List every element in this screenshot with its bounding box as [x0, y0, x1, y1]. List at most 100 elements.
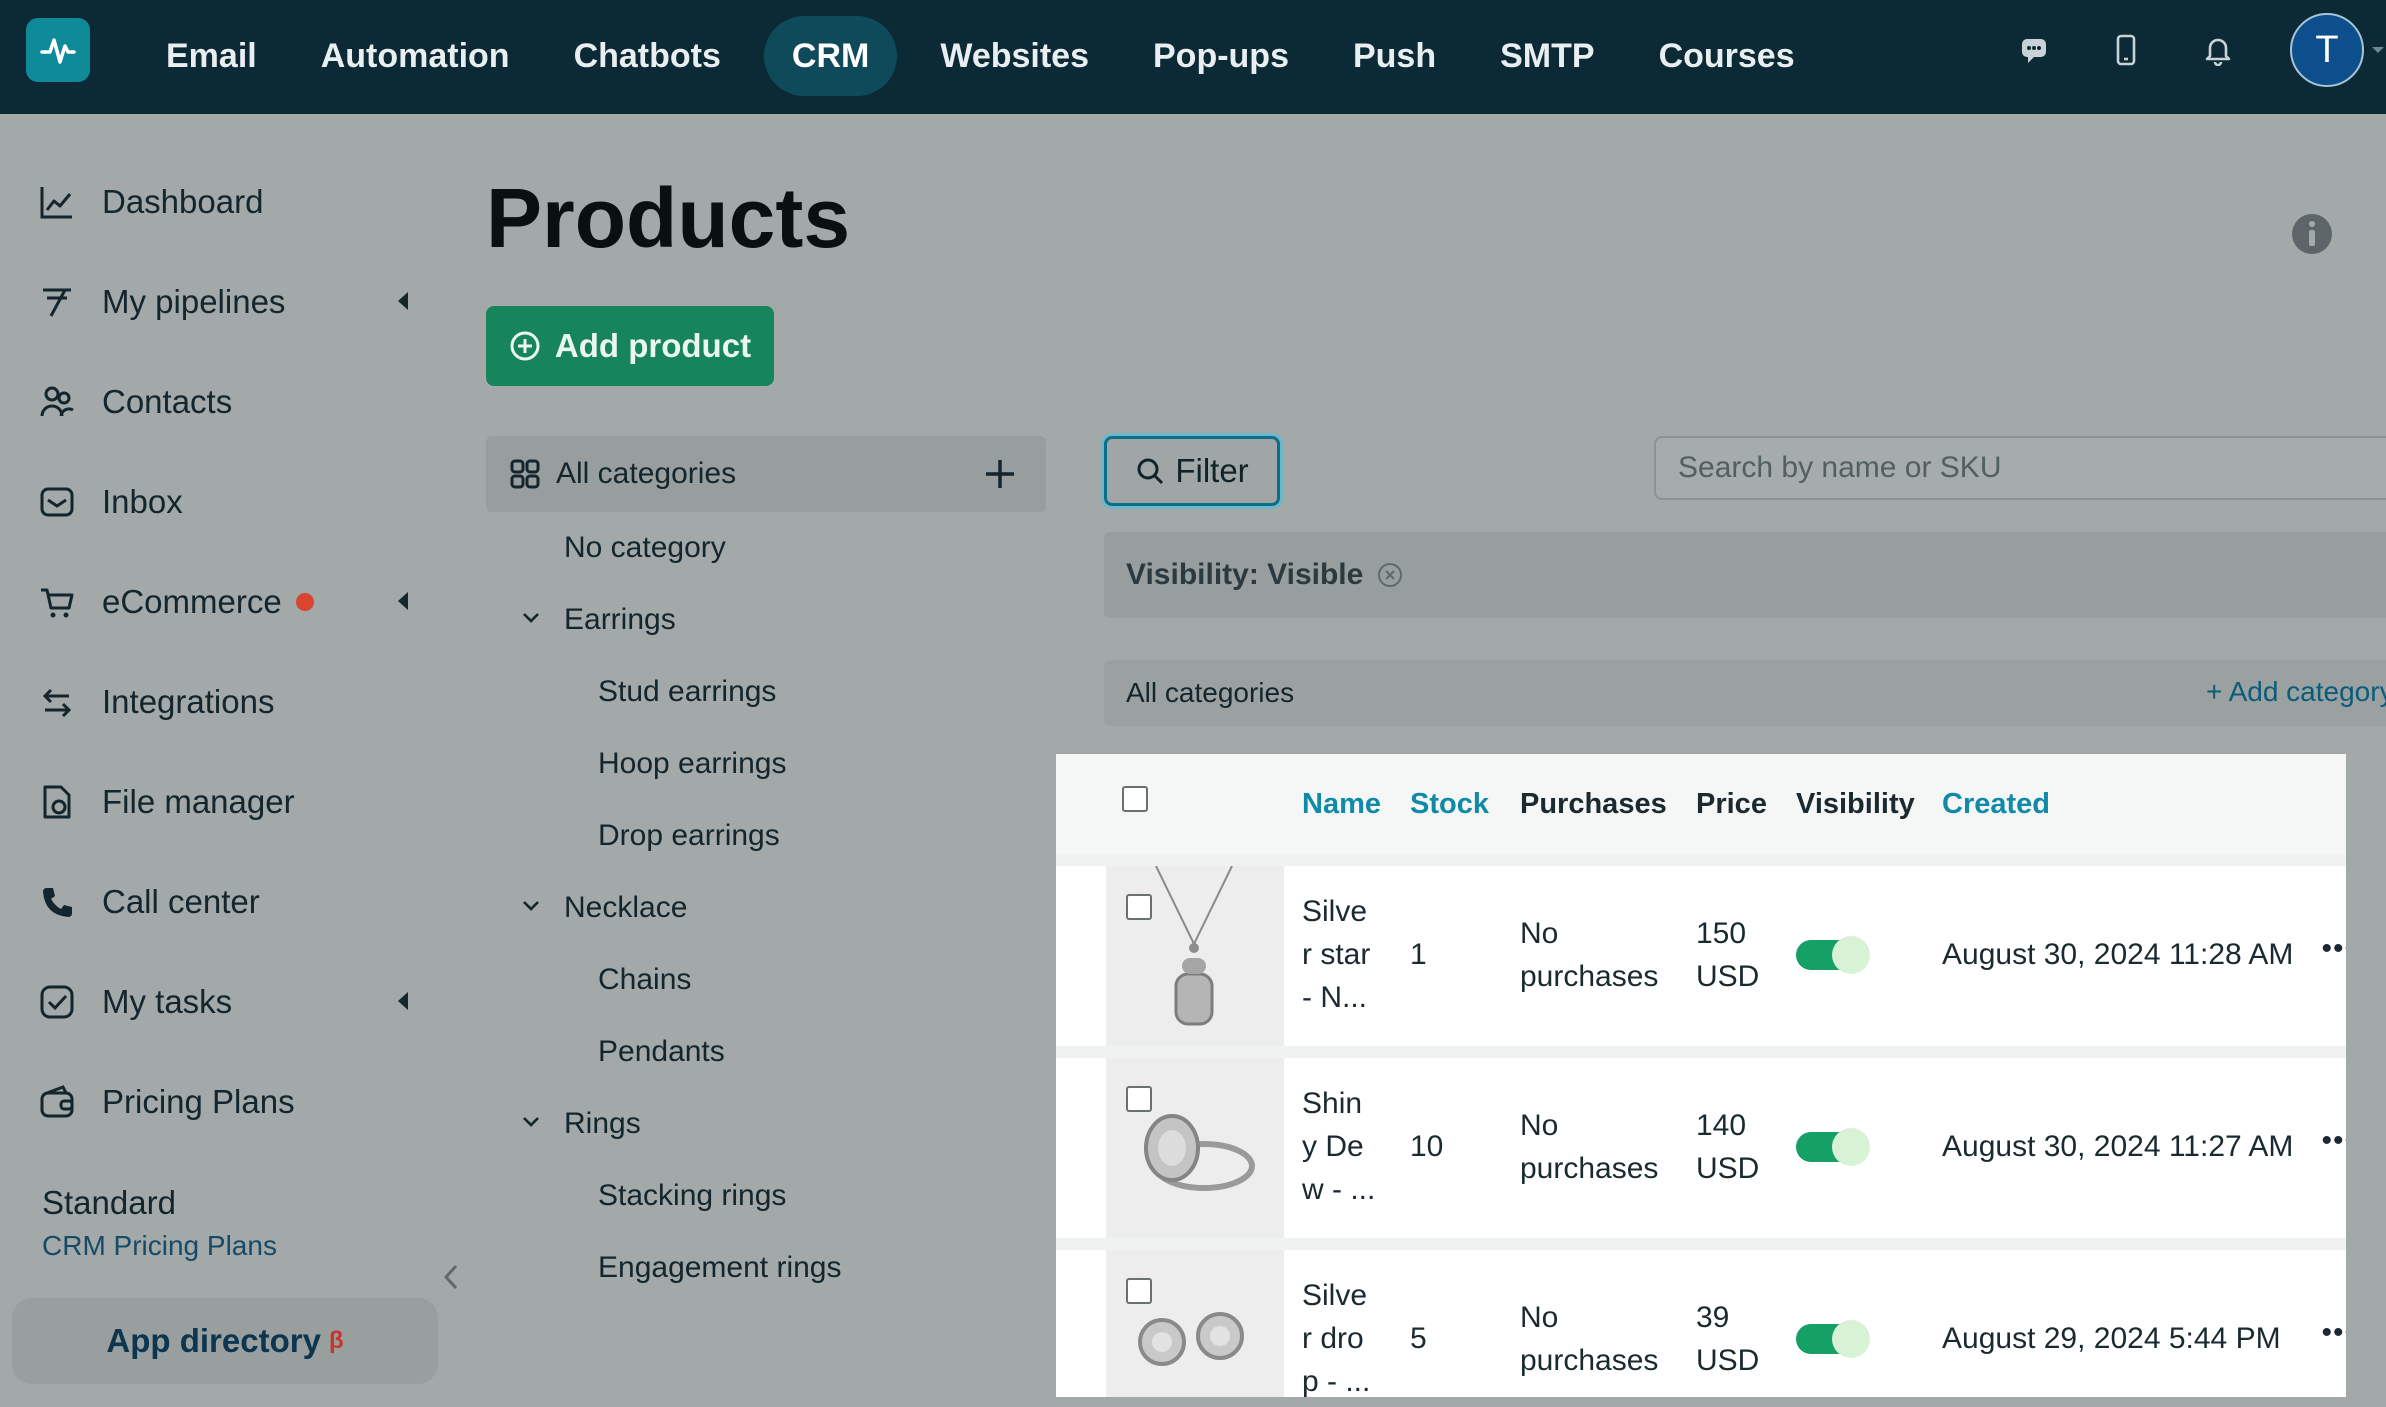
category-necklace[interactable]: Necklace	[564, 891, 687, 925]
mobile-icon[interactable]	[2106, 30, 2146, 70]
sidebar-item-pricing-plans[interactable]: Pricing Plans	[38, 1072, 408, 1132]
category-all-label: All categories	[556, 457, 737, 490]
nav-push[interactable]: Push	[1332, 16, 1457, 96]
pipeline-icon	[38, 283, 76, 321]
table-row[interactable]: Shin y De w - ... 10 No purchases 140 USD Au…	[1056, 1046, 2346, 1238]
sidebar-item-integrations[interactable]: Integrations	[38, 672, 408, 732]
cart-icon	[38, 583, 76, 621]
row-checkbox[interactable]	[1126, 1086, 1152, 1112]
column-purchases: Purchases	[1520, 788, 1667, 820]
nav-chatbots[interactable]: Chatbots	[553, 16, 742, 96]
product-stock: 5	[1410, 1322, 1427, 1355]
logo-icon[interactable]	[26, 18, 90, 82]
chevron-down-icon[interactable]	[520, 1114, 542, 1130]
sidebar-item-label: eCommerce	[102, 583, 282, 620]
search-input[interactable]	[1654, 436, 2386, 500]
filter-label: Filter	[1175, 452, 1249, 489]
add-category-link[interactable]: + Add category	[2206, 676, 2386, 708]
sidebar-item-label: Pricing Plans	[102, 1083, 295, 1120]
add-product-label: Add product	[554, 327, 752, 364]
category-hoop-earrings[interactable]: Hoop earrings	[598, 747, 786, 781]
category-engagement-rings[interactable]: Engagement rings	[598, 1251, 842, 1285]
nav-automation[interactable]: Automation	[300, 16, 531, 96]
main-nav: Email Automation Chatbots CRM Websites P…	[145, 16, 1838, 96]
column-name[interactable]: Name	[1302, 788, 1381, 821]
category-drop-earrings[interactable]: Drop earrings	[598, 819, 780, 853]
chevron-left-icon[interactable]	[440, 1262, 462, 1292]
product-purchases: No purchases	[1520, 1109, 1659, 1185]
sidebar-item-label: Call center	[102, 883, 260, 920]
product-thumbnail	[1106, 865, 1284, 1046]
column-stock[interactable]: Stock	[1410, 788, 1489, 821]
add-product-button[interactable]: Add product	[486, 306, 774, 386]
app-directory-button[interactable]: App directory β	[12, 1298, 438, 1384]
info-icon[interactable]	[2290, 212, 2334, 256]
active-filters: Visibility: Visible	[1104, 532, 2386, 618]
caret-left-icon[interactable]	[398, 292, 408, 310]
table-row[interactable]: Silve r dro p - ... 5 No purchases 39 USD Au…	[1056, 1238, 2346, 1397]
category-stud-earrings[interactable]: Stud earrings	[598, 675, 776, 709]
nav-crm[interactable]: CRM	[763, 16, 898, 96]
category-chains[interactable]: Chains	[598, 963, 691, 997]
breadcrumb-all-categories[interactable]: All categories	[1126, 677, 1294, 709]
nav-websites[interactable]: Websites	[919, 16, 1110, 96]
column-created[interactable]: Created	[1942, 788, 2050, 821]
sidebar-item-my-pipelines[interactable]: My pipelines	[38, 272, 408, 332]
sidebar-item-dashboard[interactable]: Dashboard	[38, 172, 408, 232]
sidebar-item-ecommerce[interactable]: eCommerce	[38, 572, 408, 632]
category-rings[interactable]: Rings	[564, 1107, 641, 1141]
plan-link[interactable]: CRM Pricing Plans	[42, 1230, 277, 1262]
caret-left-icon[interactable]	[398, 992, 408, 1010]
product-created: August 29, 2024 5:44 PM	[1942, 1322, 2281, 1355]
sidebar-item-call-center[interactable]: Call center	[38, 872, 408, 932]
column-visibility: Visibility	[1796, 788, 1915, 820]
sidebar-item-file-manager[interactable]: File manager	[38, 772, 408, 832]
close-icon[interactable]	[1377, 562, 1403, 588]
bell-icon[interactable]	[2198, 30, 2238, 70]
wallet-icon	[38, 1083, 76, 1121]
chevron-down-icon[interactable]	[520, 610, 542, 626]
sidebar-item-inbox[interactable]: Inbox	[38, 472, 408, 532]
chevron-down-icon[interactable]	[520, 898, 542, 914]
product-price: 39 USD	[1696, 1301, 1760, 1377]
column-price: Price	[1696, 788, 1767, 820]
category-earrings[interactable]: Earrings	[564, 603, 676, 637]
table-row[interactable]: Silve r star - N... 1 No purchases 150 USD A…	[1056, 854, 2346, 1046]
row-checkbox[interactable]	[1126, 894, 1152, 920]
nav-popups[interactable]: Pop-ups	[1132, 16, 1310, 96]
sidebar-item-my-tasks[interactable]: My tasks	[38, 972, 408, 1032]
visibility-toggle[interactable]	[1796, 936, 1870, 974]
chevron-down-icon[interactable]	[2370, 44, 2386, 56]
sidebar-item-contacts[interactable]: Contacts	[38, 372, 408, 432]
category-no-category[interactable]: No category	[564, 531, 726, 565]
product-name[interactable]: Shin y De w - ...	[1302, 1082, 1375, 1211]
category-stacking-rings[interactable]: Stacking rings	[598, 1179, 786, 1213]
app-directory-label: App directory	[106, 1322, 321, 1359]
visibility-toggle[interactable]	[1796, 1128, 1870, 1166]
product-name[interactable]: Silve r dro p - ...	[1302, 1274, 1370, 1397]
category-pendants[interactable]: Pendants	[598, 1035, 725, 1069]
product-name[interactable]: Silve r star - N...	[1302, 890, 1370, 1019]
product-price: 150 USD	[1696, 917, 1760, 993]
page-title: Products	[486, 171, 851, 265]
filter-button[interactable]: Filter	[1104, 436, 1280, 506]
avatar[interactable]: T	[2290, 13, 2364, 87]
more-options-icon[interactable]: •••	[2321, 1124, 2346, 1158]
more-options-icon[interactable]: •••	[2321, 932, 2346, 966]
nav-smtp[interactable]: SMTP	[1479, 16, 1615, 96]
visibility-toggle[interactable]	[1796, 1320, 1870, 1358]
plus-icon[interactable]	[978, 452, 1022, 496]
file-manager-icon	[38, 783, 76, 821]
plan-name: Standard	[42, 1184, 176, 1221]
row-checkbox[interactable]	[1126, 1278, 1152, 1304]
products-table: Name Stock Purchases Price Visibility Cr…	[1056, 754, 2346, 1397]
category-all[interactable]: All categories	[486, 436, 1046, 512]
more-options-icon[interactable]: •••	[2321, 1316, 2346, 1350]
nav-courses[interactable]: Courses	[1638, 16, 1816, 96]
chat-icon[interactable]	[2014, 30, 2054, 70]
nav-email[interactable]: Email	[145, 16, 278, 96]
product-stock: 1	[1410, 938, 1427, 971]
select-all-checkbox[interactable]	[1122, 786, 1148, 812]
caret-left-icon[interactable]	[398, 592, 408, 610]
product-stock: 10	[1410, 1130, 1444, 1163]
